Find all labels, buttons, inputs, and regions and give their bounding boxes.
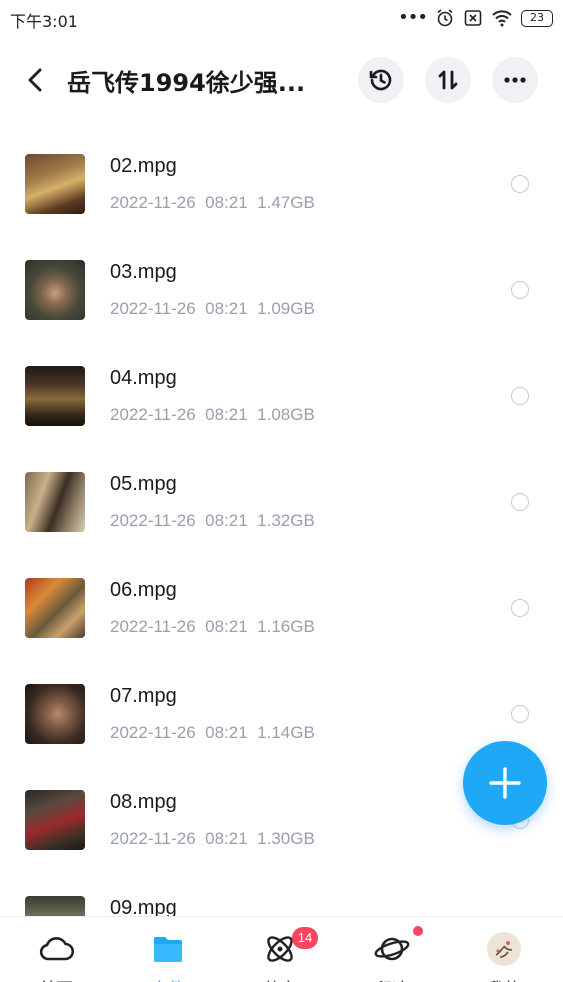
select-radio[interactable] — [511, 281, 529, 299]
select-radio[interactable] — [511, 705, 529, 723]
select-radio[interactable] — [511, 387, 529, 405]
file-name: 02.mpg — [110, 155, 177, 177]
video-thumbnail — [25, 154, 85, 214]
video-thumbnail — [25, 260, 85, 320]
file-date: 2022-11-26 — [110, 511, 196, 530]
file-time: 08:21 — [205, 299, 248, 318]
file-time: 08:21 — [205, 405, 248, 424]
more-notifications-icon: ••• — [398, 7, 428, 28]
file-name: 08.mpg — [110, 791, 177, 813]
more-dots-icon — [504, 77, 526, 83]
video-thumbnail — [25, 366, 85, 426]
sort-icon — [438, 70, 458, 90]
nav-item-me[interactable]: 我的 — [448, 917, 560, 982]
add-button[interactable] — [463, 741, 547, 825]
file-meta: 2022-11-26 08:21 1.47GB — [110, 193, 315, 213]
file-date: 2022-11-26 — [110, 829, 196, 848]
sort-button[interactable] — [425, 57, 471, 103]
share-badge: 14 — [292, 927, 318, 949]
nav-label: 我的 — [448, 975, 560, 982]
file-size: 1.14GB — [257, 723, 315, 742]
video-thumbnail — [25, 896, 85, 916]
file-name: 07.mpg — [110, 685, 177, 707]
video-thumbnail — [25, 684, 85, 744]
video-thumbnail — [25, 578, 85, 638]
history-icon — [369, 69, 392, 91]
chevron-left-icon — [28, 68, 42, 92]
nav-item-share[interactable]: 共享 — [224, 917, 336, 982]
video-thumbnail — [25, 472, 85, 532]
file-row[interactable]: 04.mpg 2022-11-26 08:21 1.08GB — [0, 342, 563, 448]
file-meta: 2022-11-26 08:21 1.30GB — [110, 829, 315, 849]
file-meta: 2022-11-26 08:21 1.09GB — [110, 299, 315, 319]
file-date: 2022-11-26 — [110, 299, 196, 318]
planet-icon — [374, 937, 410, 961]
file-name: 04.mpg — [110, 367, 177, 389]
file-date: 2022-11-26 — [110, 723, 196, 742]
plus-icon — [489, 767, 521, 799]
file-row[interactable]: 06.mpg 2022-11-26 08:21 1.16GB — [0, 554, 563, 660]
file-row[interactable]: 02.mpg 2022-11-26 08:21 1.47GB — [0, 130, 563, 236]
file-time: 08:21 — [205, 723, 248, 742]
status-bar: 下午3:01 ••• 23 — [0, 0, 563, 38]
bottom-nav: 首页 文件 共享 14 印迹 我的 — [0, 916, 563, 982]
file-meta: 2022-11-26 08:21 1.08GB — [110, 405, 315, 425]
nav-item-home[interactable]: 首页 — [0, 917, 112, 982]
file-meta: 2022-11-26 08:21 1.32GB — [110, 511, 315, 531]
file-size: 1.08GB — [257, 405, 315, 424]
wifi-icon — [492, 10, 512, 27]
video-thumbnail — [25, 790, 85, 850]
file-name: 06.mpg — [110, 579, 177, 601]
notification-dot — [413, 926, 423, 936]
more-options-button[interactable] — [492, 57, 538, 103]
cloud-icon — [39, 937, 74, 961]
select-radio[interactable] — [511, 175, 529, 193]
status-time: 下午3:01 — [10, 12, 78, 31]
sim-disabled-icon — [464, 10, 482, 26]
file-time: 08:21 — [205, 617, 248, 636]
alarm-icon — [437, 9, 453, 27]
nav-item-files[interactable]: 文件 — [112, 917, 224, 982]
file-size: 1.47GB — [257, 193, 315, 212]
status-icons: ••• 23 — [398, 7, 553, 29]
battery-indicator: 23 — [521, 9, 553, 27]
file-size: 1.09GB — [257, 299, 315, 318]
back-button[interactable] — [20, 64, 52, 96]
file-size: 1.30GB — [257, 829, 315, 848]
file-meta: 2022-11-26 08:21 1.16GB — [110, 617, 315, 637]
file-row[interactable]: 03.mpg 2022-11-26 08:21 1.09GB — [0, 236, 563, 342]
file-time: 08:21 — [205, 193, 248, 212]
file-time: 08:21 — [205, 829, 248, 848]
nav-label: 文件 — [112, 975, 224, 982]
file-date: 2022-11-26 — [110, 193, 196, 212]
page-title: 岳飞传1994徐少强... — [67, 69, 306, 97]
folder-icon — [154, 937, 182, 962]
select-radio[interactable] — [511, 493, 529, 511]
history-button[interactable] — [358, 57, 404, 103]
file-date: 2022-11-26 — [110, 405, 196, 424]
nav-item-imprint[interactable]: 印迹 — [336, 917, 448, 982]
nav-label: 印迹 — [336, 975, 448, 982]
nav-label: 共享 — [224, 975, 336, 982]
avatar-icon — [487, 932, 521, 966]
app-header: 岳飞传1994徐少强... — [0, 50, 563, 110]
file-row[interactable]: 09.mpg — [0, 872, 563, 916]
file-time: 08:21 — [205, 511, 248, 530]
file-name: 03.mpg — [110, 261, 177, 283]
file-row[interactable]: 05.mpg 2022-11-26 08:21 1.32GB — [0, 448, 563, 554]
file-name: 05.mpg — [110, 473, 177, 495]
nav-label: 首页 — [0, 975, 112, 982]
file-meta: 2022-11-26 08:21 1.14GB — [110, 723, 315, 743]
file-name: 09.mpg — [110, 897, 177, 916]
file-size: 1.16GB — [257, 617, 315, 636]
file-date: 2022-11-26 — [110, 617, 196, 636]
file-size: 1.32GB — [257, 511, 315, 530]
select-radio[interactable] — [511, 599, 529, 617]
